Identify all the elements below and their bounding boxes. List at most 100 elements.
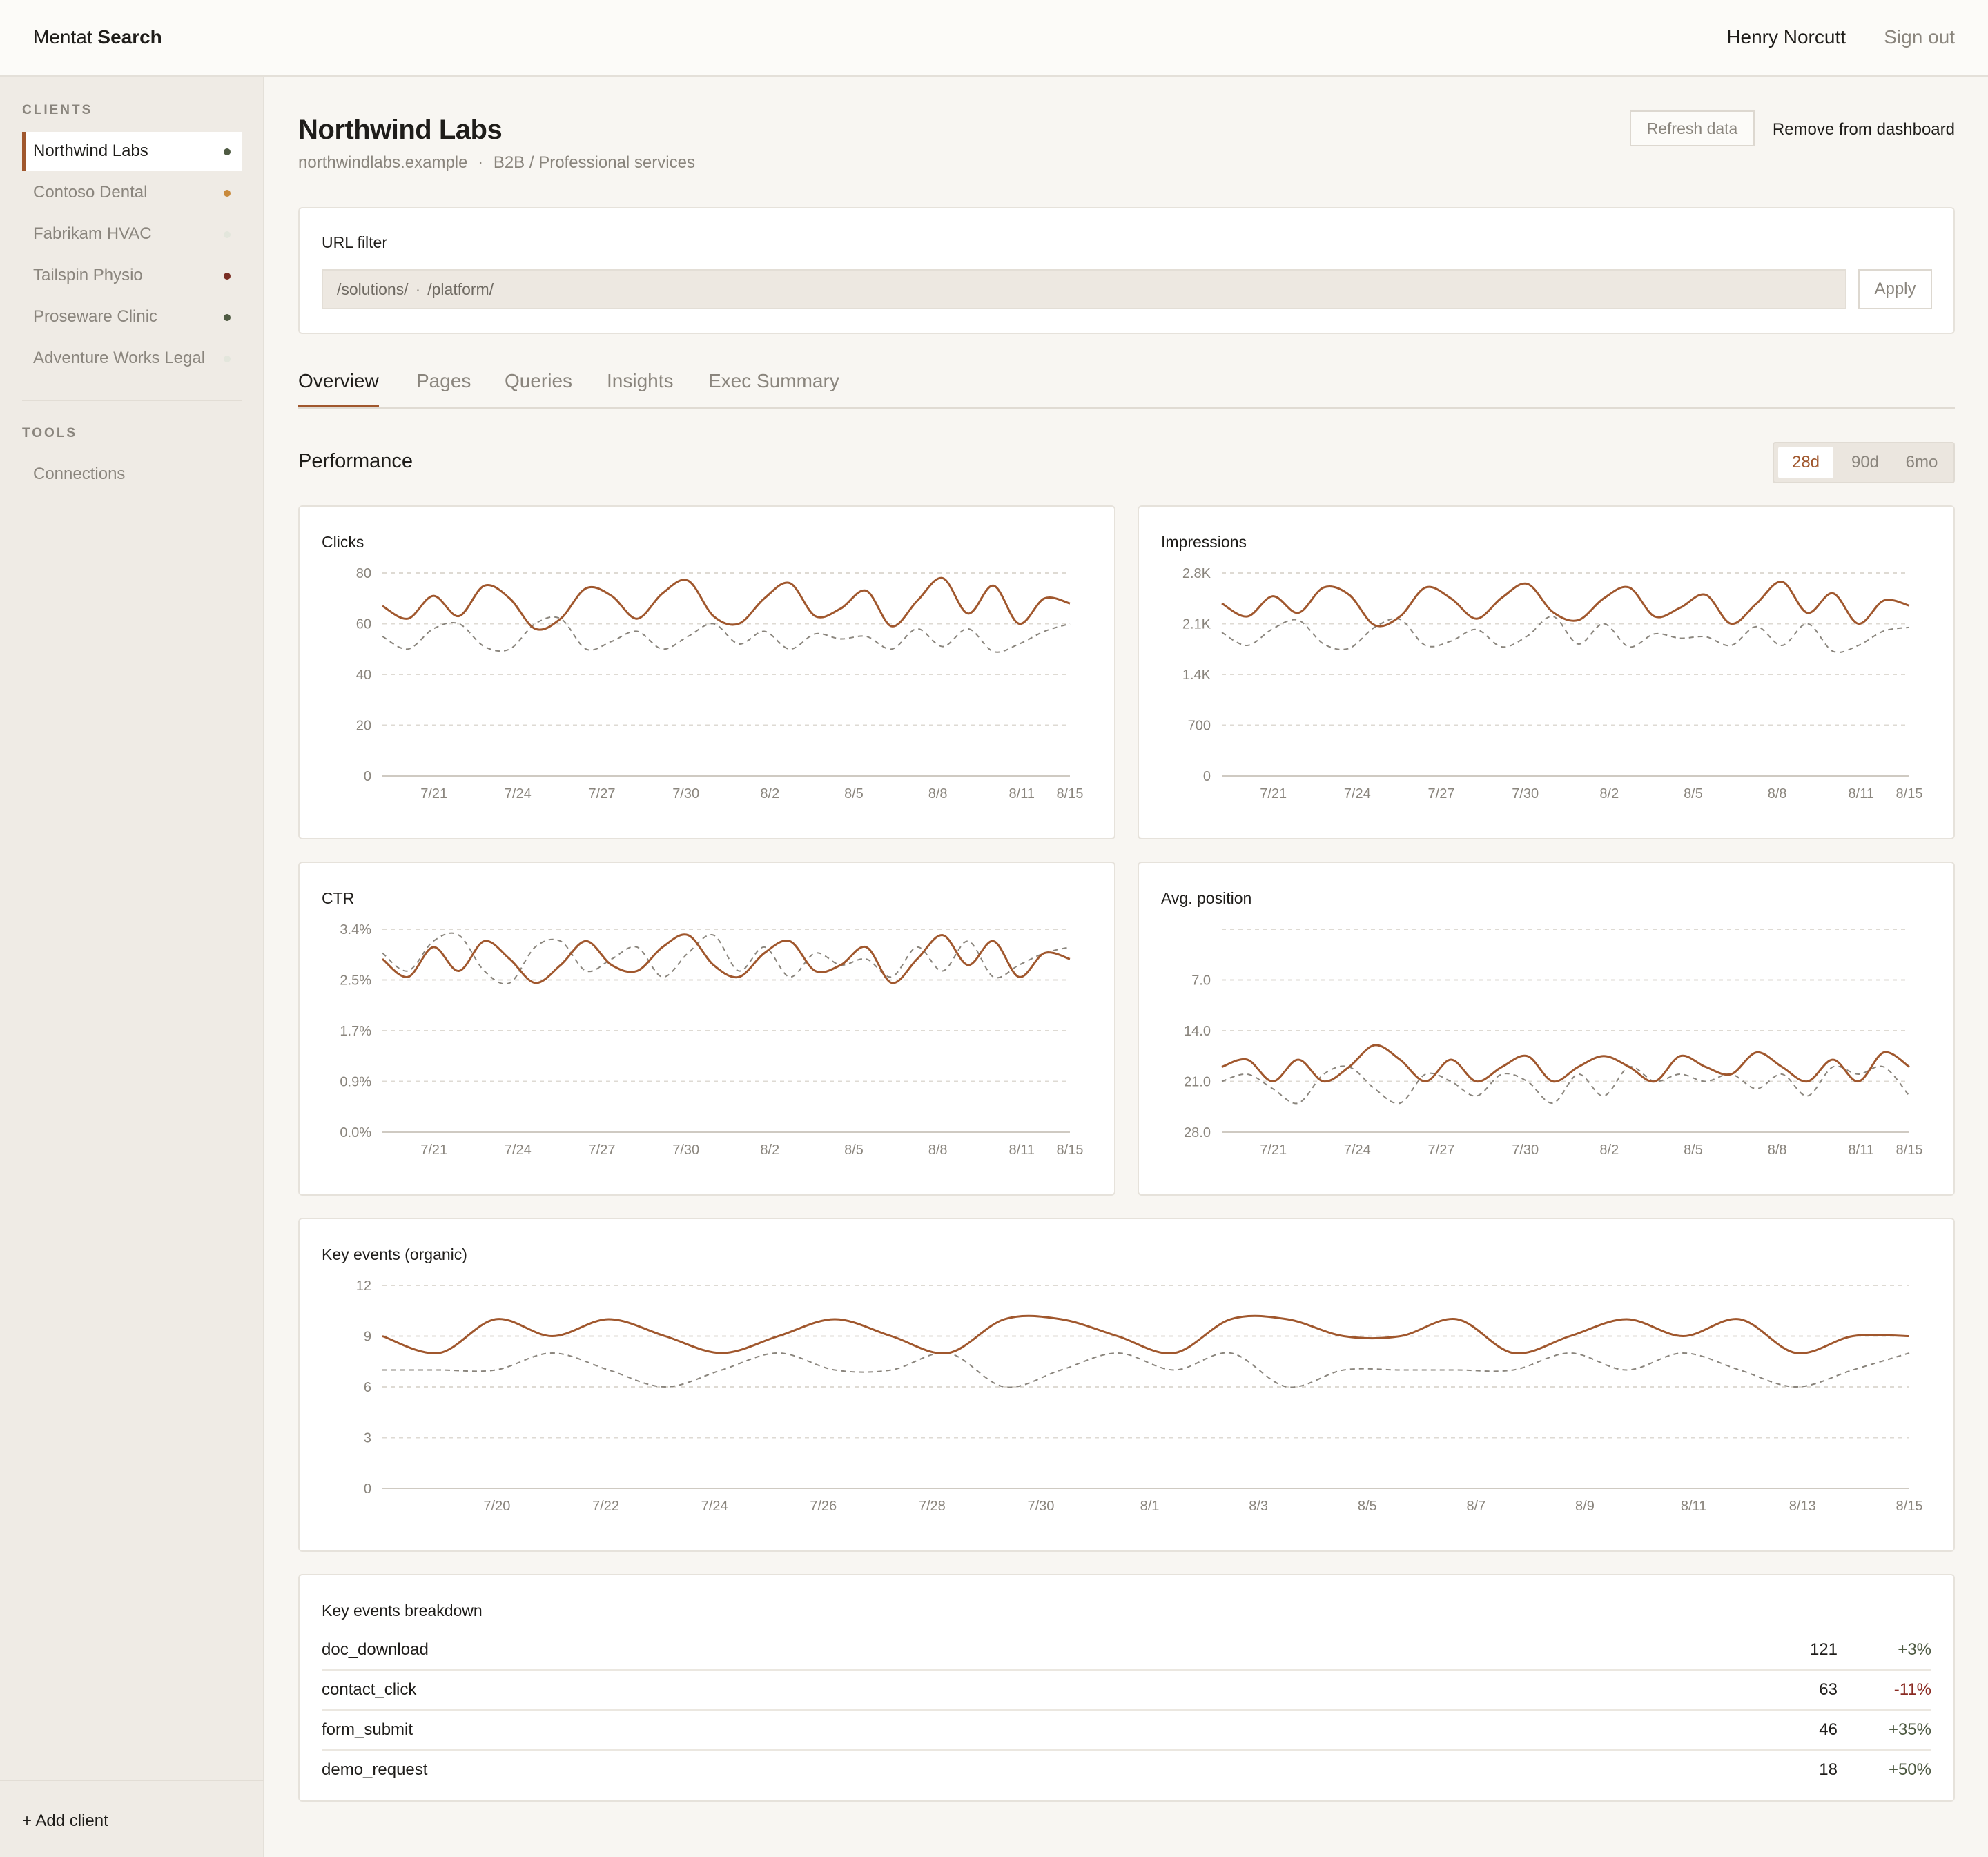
x-tick-label: 8/11 [1009, 786, 1035, 801]
x-tick-label: 7/27 [589, 1143, 616, 1158]
tab-queries[interactable]: Queries [505, 370, 572, 407]
event-change: +35% [1888, 1720, 1931, 1739]
x-tick-label: 8/5 [844, 786, 864, 801]
tab-insights[interactable]: Insights [607, 370, 674, 407]
client-domain: northwindlabs.example [298, 153, 468, 172]
x-tick-label: 8/11 [1849, 786, 1874, 801]
event-count: 63 [1819, 1680, 1838, 1699]
sidebar-item-connections[interactable]: Connections [33, 465, 125, 484]
clicks-chart: 0 20 40 60 80 7/21 7/24 7/27 7/30 8/2 8/5 8/8 8/11 8/… [356, 566, 1084, 801]
y-tick-label: 12 [356, 1278, 371, 1294]
brand-left: Mentat [33, 26, 92, 48]
current-series-line [382, 1314, 1910, 1355]
event-name: doc_download [322, 1640, 429, 1659]
sidebar-client-adventure-works-legal[interactable]: Adventure Works Legal [22, 339, 242, 378]
current-series-line [1221, 1044, 1910, 1083]
x-tick-label: 7/30 [1027, 1499, 1054, 1514]
x-tick-label: 8/15 [1896, 1143, 1923, 1158]
page-title: Northwind Labs [298, 115, 503, 145]
y-tick-label: 1.4K [1182, 668, 1211, 683]
event-count: 18 [1819, 1760, 1838, 1779]
x-tick-label: 7/24 [505, 786, 532, 801]
table-row[interactable]: demo_request 18 +50% [322, 1751, 1931, 1791]
x-tick-label: 8/5 [1684, 786, 1703, 801]
y-tick-label: 1.7% [340, 1024, 371, 1039]
url-filter-separator: · [415, 280, 421, 298]
range-90d[interactable]: 90d [1838, 447, 1893, 478]
app-logo[interactable]: Mentat Search [33, 26, 162, 48]
y-tick-label: 40 [356, 668, 371, 683]
sidebar-client-tailspin-physio[interactable]: Tailspin Physio [22, 256, 242, 295]
event-name: demo_request [322, 1760, 428, 1779]
apply-button[interactable]: Apply [1858, 269, 1932, 309]
remove-from-dashboard-button[interactable]: Remove from dashboard [1773, 120, 1955, 139]
range-6mo[interactable]: 6mo [1894, 447, 1949, 478]
sidebar-client-northwind-labs[interactable]: Northwind Labs [22, 132, 242, 171]
y-tick-label: 0.9% [340, 1075, 371, 1090]
y-tick-label: 7.0 [1191, 973, 1211, 989]
top-bar: Mentat Search Henry Norcutt Sign out [0, 0, 1988, 77]
tab-exec-summary[interactable]: Exec Summary [708, 370, 839, 407]
sidebar-footer-divider [0, 1780, 264, 1781]
x-tick-label: 8/5 [1358, 1499, 1377, 1514]
status-dot [224, 273, 231, 280]
x-tick-label: 8/13 [1789, 1499, 1816, 1514]
x-tick-label: 7/27 [589, 786, 616, 801]
table-row[interactable]: contact_click 63 -11% [322, 1671, 1931, 1711]
x-tick-label: 8/3 [1249, 1499, 1268, 1514]
x-tick-label: 7/26 [810, 1499, 837, 1514]
chart-card-key-events: Key events (organic) 0 3 6 9 12 7/20 7/22 7/24 7… [298, 1218, 1955, 1552]
status-dot [224, 356, 231, 362]
x-tick-label: 7/21 [1260, 786, 1287, 801]
y-tick-label: 0 [364, 769, 371, 784]
sidebar-client-contoso-dental[interactable]: Contoso Dental [22, 173, 242, 212]
url-filter-value: /solutions/ [337, 280, 409, 298]
y-tick-label: 3.4% [340, 922, 371, 937]
x-tick-label: 7/20 [483, 1499, 510, 1514]
sign-out-link[interactable]: Sign out [1884, 26, 1955, 48]
y-tick-label: 60 [356, 617, 371, 632]
url-filter-card: URL filter /solutions/ · /platform/ Appl… [298, 207, 1955, 334]
url-filter-title: URL filter [322, 233, 387, 251]
x-tick-label: 7/30 [672, 786, 699, 801]
x-tick-label: 7/30 [1512, 1143, 1539, 1158]
x-tick-label: 7/24 [1344, 1143, 1371, 1158]
table-row[interactable]: form_submit 46 +35% [322, 1711, 1931, 1751]
impressions-chart: 0 700 1.4K 2.1K 2.8K 7/21 7/24 7/27 7/30 8/2 8/5 8/… [1182, 566, 1923, 801]
y-tick-label: 6 [364, 1380, 371, 1395]
sidebar-divider [22, 400, 242, 401]
user-name: Henry Norcutt [1726, 26, 1846, 48]
x-tick-label: 8/2 [1599, 1143, 1619, 1158]
sidebar-client-fabrikam-hvac[interactable]: Fabrikam HVAC [22, 215, 242, 253]
status-dot [224, 148, 231, 155]
current-series-line [1221, 581, 1910, 628]
x-tick-label: 7/21 [1260, 1143, 1287, 1158]
x-tick-label: 7/28 [919, 1499, 946, 1514]
range-28d[interactable]: 28d [1778, 447, 1833, 478]
event-count: 121 [1809, 1640, 1838, 1659]
event-name: form_submit [322, 1720, 413, 1739]
y-tick-label: 28.0 [1184, 1125, 1211, 1140]
url-filter-value: /platform/ [427, 280, 494, 298]
x-tick-label: 7/24 [701, 1499, 728, 1514]
x-tick-label: 8/11 [1009, 1143, 1035, 1158]
avg-position-chart: 7.0 14.0 21.0 28.0 7/21 7/24 7/27 7/30 8/2 8/5 8/8… [1184, 928, 1923, 1158]
x-tick-label: 8/2 [1599, 786, 1619, 801]
tab-pages[interactable]: Pages [416, 370, 471, 407]
y-tick-label: 0.0% [340, 1125, 371, 1140]
add-client-button[interactable]: + Add client [22, 1811, 108, 1831]
x-tick-label: 7/21 [420, 786, 447, 801]
current-series-line [382, 576, 1071, 631]
y-tick-label: 3 [364, 1431, 371, 1446]
tab-overview[interactable]: Overview [298, 370, 379, 407]
sidebar-client-proseware-clinic[interactable]: Proseware Clinic [22, 298, 242, 336]
ctr-chart: 0.0% 0.9% 1.7% 2.5% 3.4% 7/21 7/24 7/27 7/30 8/2 8… [340, 922, 1083, 1158]
page-subtitle: northwindlabs.example · B2B / Profession… [298, 153, 695, 173]
x-tick-label: 8/8 [1768, 1143, 1787, 1158]
url-filter-input[interactable]: /solutions/ · /platform/ [322, 269, 1846, 309]
event-count: 46 [1819, 1720, 1838, 1739]
x-tick-label: 8/15 [1896, 786, 1923, 801]
x-tick-label: 7/22 [592, 1499, 619, 1514]
table-row[interactable]: doc_download 121 +3% [322, 1631, 1931, 1671]
refresh-data-button[interactable]: Refresh data [1630, 110, 1755, 146]
